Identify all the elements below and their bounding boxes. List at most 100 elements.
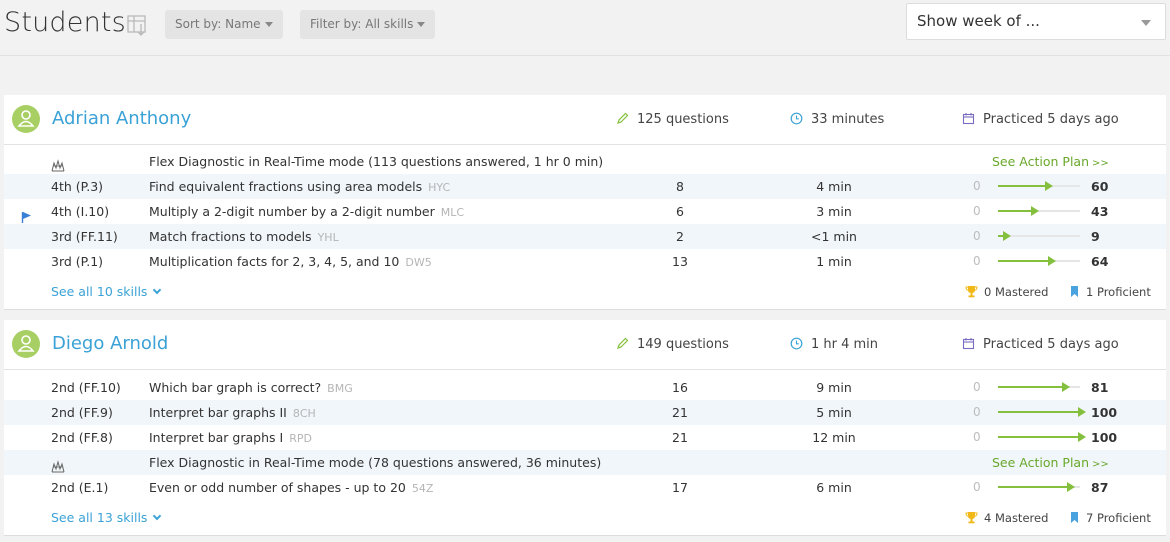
progress-bar [998, 482, 1080, 492]
card-footer: See all 10 skills 0 Mastered 1 Proficien… [4, 277, 1166, 307]
skill-questions: 17 [672, 480, 688, 495]
sort-label: Sort by: Name [175, 17, 261, 31]
see-all-skills-link[interactable]: See all 10 skills [51, 277, 162, 307]
skill-questions: 16 [672, 380, 688, 395]
skill-time: 9 min [816, 380, 852, 395]
trophy-icon [965, 286, 978, 298]
skill-tag: HYC [428, 181, 451, 194]
last-practiced: Practiced 5 days ago [983, 337, 1119, 352]
smartscore: 9 [1091, 229, 1100, 244]
progress-bar [998, 231, 1080, 241]
skill-row[interactable]: 4th (I.10) Multiply a 2-digit number by … [4, 199, 1166, 224]
skill-code: 2nd (FF.9) [51, 405, 113, 420]
questions-count: 149 questions [637, 337, 729, 352]
smartscore: 43 [1091, 204, 1109, 219]
skill-row[interactable]: 2nd (E.1) Even or odd number of shapes -… [4, 475, 1166, 500]
skill-tag: 8CH [292, 407, 316, 420]
sort-dropdown[interactable]: Sort by: Name [165, 10, 283, 39]
mastered-count: 0 Mastered [965, 277, 1048, 307]
skill-row[interactable]: 3rd (P.1) Multiplication facts for 2, 3,… [4, 249, 1166, 274]
smartscore: 60 [1091, 179, 1109, 194]
filter-dropdown[interactable]: Filter by: All skills [300, 10, 436, 39]
calendar-icon [962, 338, 975, 350]
skill-code: 3rd (FF.11) [51, 229, 118, 244]
skill-link[interactable]: Multiply a 2-digit number by a 2-digit n… [149, 199, 464, 225]
see-all-skills-link[interactable]: See all 13 skills [51, 503, 162, 533]
start-score: 0 [973, 229, 981, 243]
skill-row[interactable]: 2nd (FF.9) Interpret bar graphs II 8CH 21… [4, 400, 1166, 425]
skill-questions: 2 [676, 229, 684, 244]
start-score: 0 [973, 480, 981, 494]
caret-down-icon [417, 22, 426, 27]
start-score: 0 [973, 380, 981, 394]
skill-code: 2nd (FF.10) [51, 380, 121, 395]
mastered-count: 4 Mastered [965, 503, 1048, 533]
progress-bar [998, 181, 1080, 191]
skill-link[interactable]: Multiplication facts for 2, 3, 4, 5, and… [149, 249, 432, 275]
skill-row[interactable]: 2nd (FF.10) Which bar graph is correct? B… [4, 375, 1166, 400]
skill-row[interactable]: 4th (P.3) Find equivalent fractions usin… [4, 174, 1166, 199]
diagnostic-row: Flex Diagnostic in Real-Time mode (113 q… [4, 149, 1166, 174]
questions-stat: 149 questions [616, 337, 729, 352]
smartscore: 87 [1091, 480, 1109, 495]
progress-bar [998, 256, 1080, 266]
questions-count: 125 questions [637, 112, 729, 127]
skill-tag: YHL [317, 231, 339, 244]
skill-row[interactable]: 3rd (FF.11) Match fractions to models YHL… [4, 224, 1166, 249]
calendar-icon [962, 113, 975, 125]
action-plan-link[interactable]: See Action Plan >> [992, 149, 1109, 176]
skill-link[interactable]: Even or odd number of shapes - up to 20 5… [149, 475, 433, 501]
start-score: 0 [973, 179, 981, 193]
skill-link[interactable]: Which bar graph is correct? BMG [149, 375, 353, 401]
skill-time: 1 min [816, 254, 852, 269]
diagnostic-text: Flex Diagnostic in Real-Time mode (113 q… [149, 154, 604, 169]
questions-stat: 125 questions [616, 112, 729, 127]
filter-label: Filter by: All skills [310, 17, 414, 31]
skill-time: 6 min [816, 480, 852, 495]
skill-time: 3 min [816, 204, 852, 219]
bookmark-icon [1071, 512, 1078, 523]
proficient-count: 7 Proficient [1069, 503, 1151, 533]
last-practiced: Practiced 5 days ago [983, 112, 1119, 127]
week-select[interactable]: Show week of ... [906, 3, 1166, 40]
chevron-down-icon [153, 285, 162, 295]
skill-time: <1 min [811, 229, 857, 244]
skill-questions: 21 [672, 430, 688, 445]
time-stat: 1 hr 4 min [790, 337, 878, 352]
time-stat: 33 minutes [790, 112, 884, 127]
export-icon[interactable] [126, 13, 150, 37]
practiced-stat: Practiced 5 days ago [962, 337, 1119, 352]
student-card: Adrian Anthony 125 questions 33 minutes … [4, 95, 1166, 310]
smartscore: 100 [1091, 405, 1118, 420]
progress-bar [998, 206, 1080, 216]
diagnostic-text: Flex Diagnostic in Real-Time mode (78 qu… [149, 455, 602, 470]
skill-questions: 13 [672, 254, 688, 269]
skill-code: 2nd (FF.8) [51, 430, 113, 445]
skill-questions: 21 [672, 405, 688, 420]
smartscore: 81 [1091, 380, 1109, 395]
skill-code: 4th (P.3) [51, 179, 104, 194]
skill-code: 2nd (E.1) [51, 480, 109, 495]
person-icon [12, 330, 40, 358]
action-plan-link[interactable]: See Action Plan >> [992, 450, 1109, 477]
skill-link[interactable]: Interpret bar graphs I RPD [149, 425, 312, 451]
student-card: Diego Arnold 149 questions 1 hr 4 min Pr… [4, 320, 1166, 536]
student-name-link[interactable]: Adrian Anthony [52, 108, 191, 129]
skill-questions: 6 [676, 204, 684, 219]
skill-link[interactable]: Find equivalent fractions using area mod… [149, 174, 450, 200]
card-footer: See all 13 skills 4 Mastered 7 Proficien… [4, 503, 1166, 533]
skill-tag: BMG [327, 382, 353, 395]
start-score: 0 [973, 430, 981, 444]
pencil-icon [617, 112, 629, 124]
start-score: 0 [973, 405, 981, 419]
start-score: 0 [973, 204, 981, 218]
student-header: Diego Arnold 149 questions 1 hr 4 min Pr… [4, 320, 1166, 370]
skill-link[interactable]: Interpret bar graphs II 8CH [149, 400, 316, 426]
skill-row[interactable]: 2nd (FF.8) Interpret bar graphs I RPD 21 … [4, 425, 1166, 450]
skill-tag: MLC [440, 206, 465, 219]
skill-link[interactable]: Match fractions to models YHL [149, 224, 339, 250]
person-icon [12, 105, 40, 133]
top-bar: Students Sort by: Name Filter by: All sk… [0, 0, 1170, 56]
skill-tag: RPD [289, 432, 312, 445]
student-name-link[interactable]: Diego Arnold [52, 333, 168, 354]
